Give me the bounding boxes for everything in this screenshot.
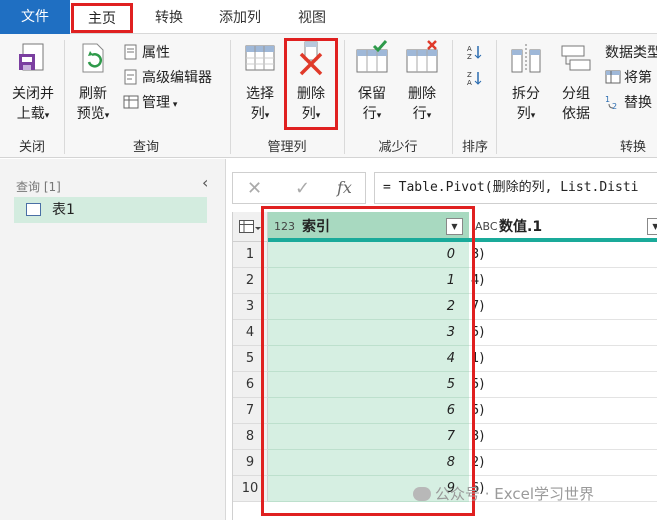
split-column-icon: [511, 44, 541, 73]
tab-file[interactable]: 文件: [0, 0, 70, 34]
fx-icon[interactable]: fx: [337, 178, 352, 197]
wechat-icon: [413, 487, 431, 501]
manage-button[interactable]: 管理 ▾: [123, 92, 177, 114]
watermark: 公众号 · Excel学习世界: [413, 483, 594, 504]
query-item-label: 表1: [52, 202, 75, 218]
table-menu-icon: [239, 220, 261, 233]
group-label-query: 查询: [132, 140, 159, 155]
keep-rows-icon: [356, 40, 388, 73]
remove-rows-icon: [406, 40, 438, 73]
keep-rows-button[interactable]: 保留 行▾: [350, 40, 394, 126]
svg-text:Z: Z: [467, 53, 472, 60]
remove-columns-highlight: [284, 38, 338, 130]
divider: [344, 40, 345, 154]
column-filter-dropdown-icon[interactable]: ▼: [647, 218, 657, 235]
manage-icon: [123, 95, 139, 109]
value-cell[interactable]: 1): [469, 346, 657, 372]
use-first-row-as-headers-button[interactable]: 将第: [605, 67, 652, 89]
group-by-icon: [561, 45, 591, 71]
formula-bar: ✕ ✓ fx = Table.Pivot(删除的列, List.Disti: [232, 172, 657, 204]
divider: [64, 40, 65, 154]
group-by-button[interactable]: 分组 依据: [554, 40, 598, 124]
properties-button[interactable]: 属性: [123, 42, 170, 64]
commit-icon[interactable]: ✓: [295, 178, 310, 199]
group-label-transform: 转换: [619, 140, 646, 155]
svg-text:2: 2: [612, 102, 617, 110]
remove-rows-button[interactable]: 删除 行▾: [400, 40, 444, 126]
value-cell[interactable]: 5): [469, 398, 657, 424]
value-cell[interactable]: 7): [469, 294, 657, 320]
text-type-icon[interactable]: ABC: [475, 212, 498, 242]
value-cell[interactable]: 3): [469, 242, 657, 268]
properties-icon: [124, 44, 137, 60]
refresh-preview-button[interactable]: 刷新 预览▾: [70, 40, 116, 126]
svg-text:A: A: [467, 45, 472, 53]
tab-add-column[interactable]: 添加列: [214, 5, 266, 31]
collapse-pane-icon[interactable]: ‹: [202, 173, 208, 192]
svg-text:Z: Z: [467, 71, 472, 79]
cancel-icon[interactable]: ✕: [247, 178, 262, 199]
svg-text:A: A: [467, 79, 472, 86]
value-cell[interactable]: 5): [469, 320, 657, 346]
table-headers-icon: [605, 70, 621, 84]
tab-home[interactable]: 主页: [71, 3, 133, 33]
tab-transform[interactable]: 转换: [147, 5, 191, 31]
choose-columns-button[interactable]: 选择 列▾: [238, 40, 282, 126]
value-cell[interactable]: 3): [469, 424, 657, 450]
divider: [496, 40, 497, 154]
index-column-highlight: [261, 206, 475, 516]
queries-header: 查询 [1]: [16, 180, 61, 194]
group-label-reduce-rows: 减少行: [378, 140, 418, 155]
table-icon: [26, 203, 41, 216]
close-load-icon: [19, 43, 44, 71]
group-label-manage-columns: 管理列: [267, 140, 307, 155]
ribbon: 关闭并 上载▾ 关闭 刷新 预览▾ 属性 高级编辑器 管理 ▾ 查询 选择 列▾…: [0, 34, 657, 158]
group-label-close: 关闭: [18, 140, 45, 155]
queries-pane: 查询 [1] ‹ 表1: [0, 159, 226, 520]
data-type-dropdown[interactable]: 数据类型: [605, 42, 657, 64]
group-label-sort: 排序: [461, 140, 488, 155]
svg-text:1: 1: [605, 95, 610, 104]
split-column-button[interactable]: 拆分 列▾: [504, 40, 548, 126]
sort-descending-button[interactable]: ZA: [466, 68, 485, 90]
column-header-value[interactable]: ABC 数值.1 ▼: [469, 212, 657, 242]
close-and-load-button[interactable]: 关闭并 上载▾: [6, 40, 60, 126]
formula-buttons: ✕ ✓ fx: [232, 172, 366, 204]
value-cell[interactable]: 2): [469, 450, 657, 476]
tab-view[interactable]: 视图: [294, 5, 330, 31]
sort-ascending-icon: AZ: [467, 45, 482, 60]
value-cell[interactable]: 4): [469, 268, 657, 294]
advanced-editor-button[interactable]: 高级编辑器: [123, 67, 212, 89]
replace-values-button[interactable]: 1 2 替换: [605, 92, 652, 114]
divider: [230, 40, 231, 154]
query-item[interactable]: 表1: [14, 197, 207, 223]
sort-descending-icon: ZA: [467, 71, 482, 86]
formula-input[interactable]: = Table.Pivot(删除的列, List.Disti: [374, 172, 657, 204]
refresh-icon: [82, 43, 104, 73]
choose-columns-icon: [245, 45, 275, 71]
column-header-label: 数值.1: [499, 219, 543, 235]
ribbon-tab-bar: 文件 主页 转换 添加列 视图: [0, 0, 657, 34]
replace-values-icon: 12: [605, 95, 617, 110]
advanced-editor-icon: [124, 69, 137, 85]
sort-ascending-button[interactable]: AZ: [466, 42, 485, 64]
watermark-text: 公众号 · Excel学习世界: [435, 485, 595, 503]
value-cell[interactable]: 5): [469, 372, 657, 398]
divider: [452, 40, 453, 154]
